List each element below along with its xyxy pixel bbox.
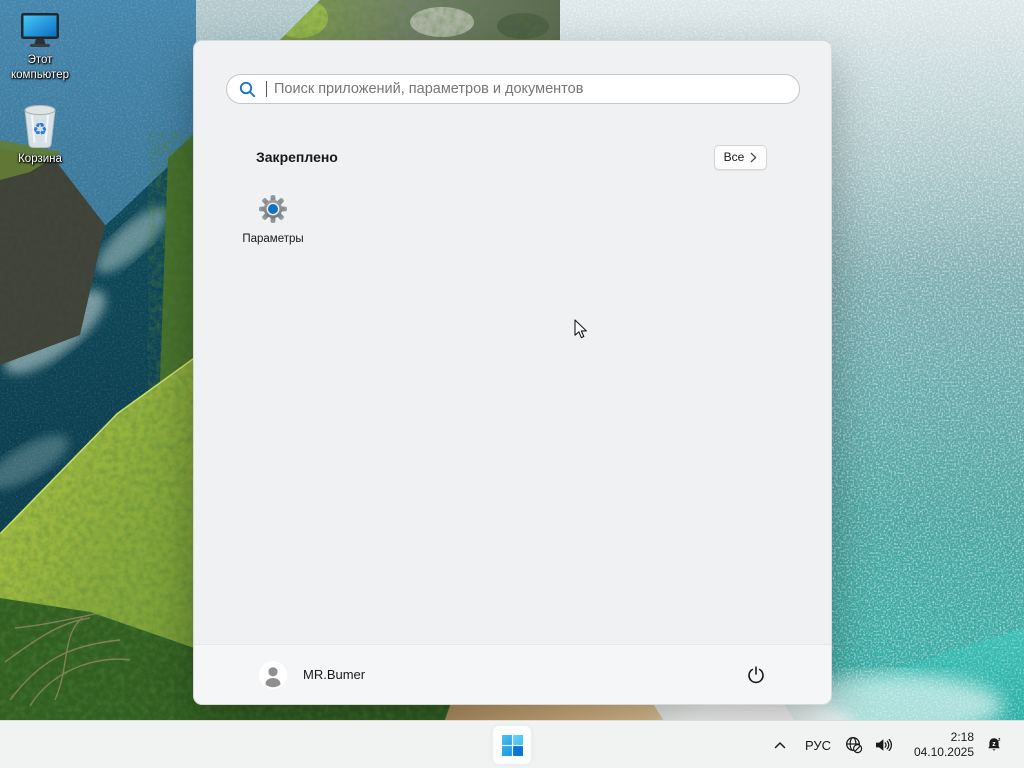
- search-icon: [239, 81, 256, 97]
- tray-time: 2:18: [950, 730, 974, 744]
- app-label: Параметры: [242, 233, 304, 245]
- clock-button[interactable]: 2:18 04.10.2025: [900, 725, 976, 765]
- all-apps-button[interactable]: Все: [714, 144, 767, 170]
- bell-dnd-icon: z z: [988, 737, 1001, 751]
- all-apps-label: Все: [723, 150, 745, 164]
- pinned-app-settings[interactable]: Параметры: [225, 185, 321, 245]
- chevron-right-icon: [750, 152, 757, 162]
- network-button[interactable]: [840, 725, 868, 765]
- desktop-icon-recycle-bin[interactable]: ♻ Корзина: [1, 103, 79, 167]
- svg-text:z: z: [992, 741, 996, 748]
- desktop-icon-this-pc[interactable]: Этот компьютер: [1, 12, 79, 83]
- user-bar: MR.Bumer: [194, 644, 831, 704]
- system-tray: РУС 2:18 04.10.2025 z z: [764, 721, 1012, 768]
- tray-date: 04.10.2025: [913, 745, 974, 759]
- speaker-icon: [876, 738, 893, 752]
- start-menu: Закреплено Все: [193, 40, 832, 705]
- desktop: Этот компьютер ♻ Корзина Закреплено Все: [0, 0, 1024, 768]
- computer-icon: [21, 13, 59, 47]
- recycle-bin-icon: ♻: [24, 104, 56, 148]
- pinned-header: Закреплено: [256, 149, 338, 165]
- user-name: MR.Bumer: [303, 667, 366, 682]
- desktop-icon-label: Этот компьютер: [11, 54, 69, 81]
- user-account-button[interactable]: MR.Bumer: [259, 657, 373, 693]
- pinned-section-header-row: Закреплено Все: [256, 141, 767, 173]
- taskbar: РУС 2:18 04.10.2025 z z: [0, 720, 1024, 768]
- globe-no-internet-icon: [846, 737, 863, 754]
- svg-text:♻: ♻: [32, 120, 47, 139]
- tray-overflow-button[interactable]: [764, 725, 796, 765]
- user-avatar-icon: [259, 660, 287, 689]
- search-input[interactable]: [267, 81, 787, 97]
- desktop-icon-label: Корзина: [18, 153, 62, 165]
- windows-logo-icon: [501, 734, 523, 756]
- volume-button[interactable]: [868, 725, 900, 765]
- settings-gear-icon: [259, 195, 287, 223]
- power-button[interactable]: [737, 657, 775, 693]
- notification-center-button[interactable]: z z: [976, 725, 1012, 765]
- svg-text:z: z: [998, 737, 1001, 743]
- chevron-up-icon: [774, 742, 786, 749]
- search-box[interactable]: [226, 74, 800, 104]
- language-indicator[interactable]: РУС: [796, 725, 840, 765]
- start-button[interactable]: [492, 725, 532, 765]
- power-icon: [748, 665, 764, 683]
